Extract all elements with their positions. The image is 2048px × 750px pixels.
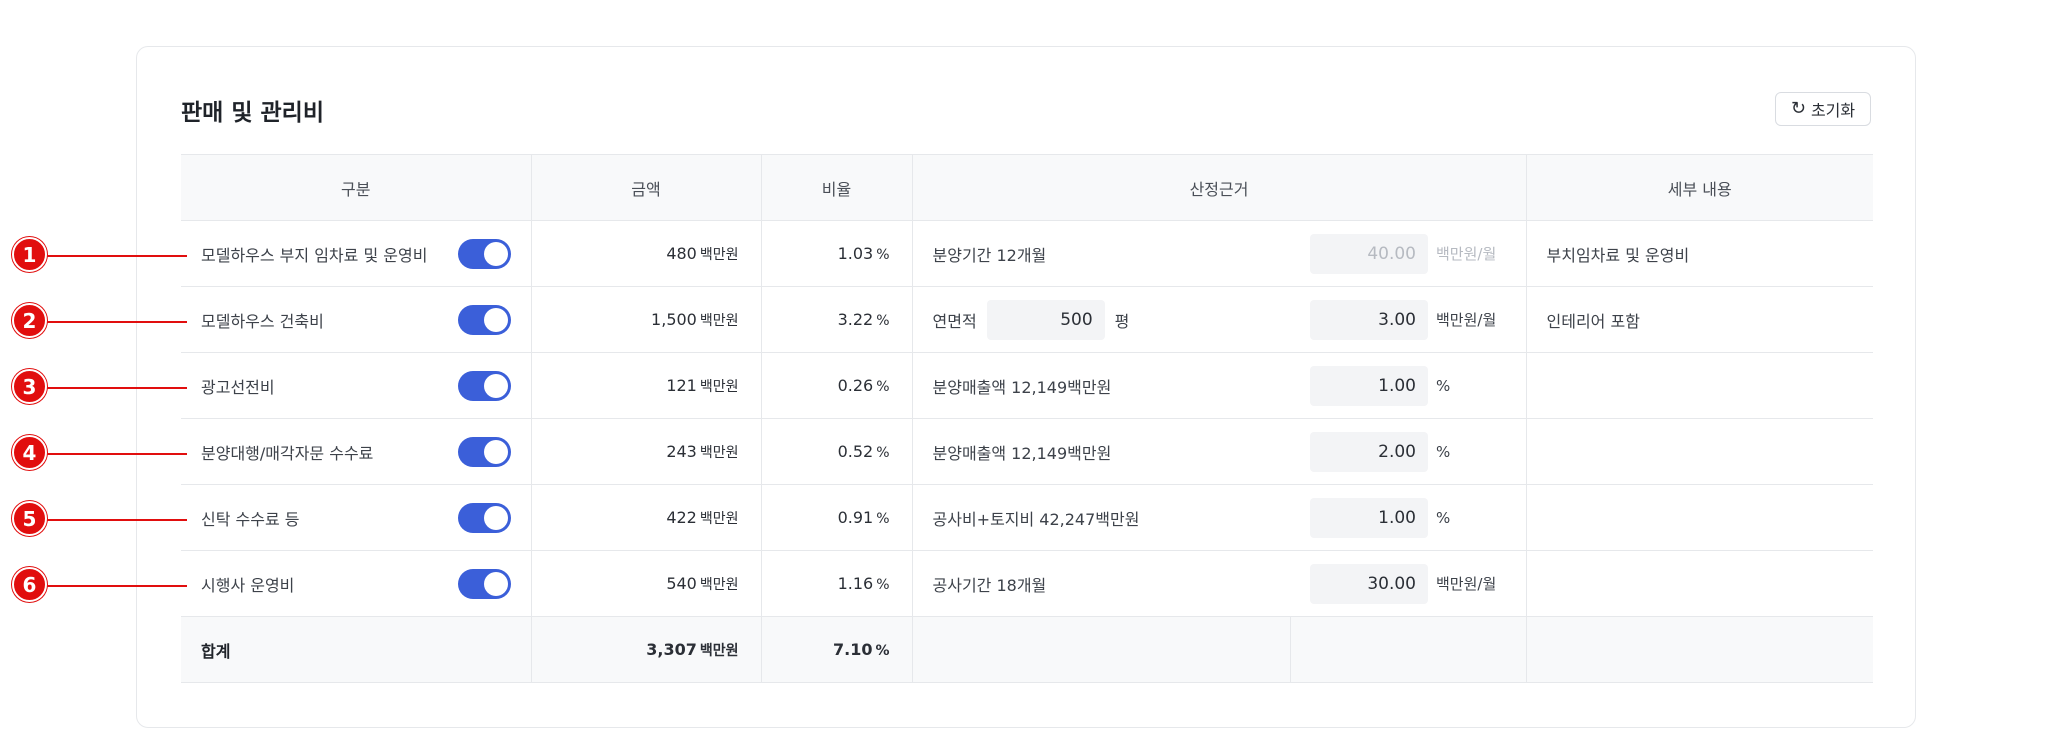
header-amount: 금액 (530, 154, 761, 221)
area-input[interactable] (986, 299, 1105, 340)
rate-input (1310, 233, 1428, 274)
ratio-unit: % (876, 577, 890, 593)
row-detail (1525, 352, 1874, 419)
total-amount: 3,307 (646, 639, 697, 659)
row-name: 시행사 운영비 (201, 575, 295, 595)
ratio-unit: % (876, 445, 890, 461)
rate-unit: 백만원/월 (1436, 311, 1497, 329)
row-detail (1525, 418, 1874, 485)
row-detail: 인테리어 포함 (1525, 286, 1874, 353)
rate-input[interactable] (1310, 299, 1428, 340)
marker-leader (47, 321, 187, 323)
row-ratio: 0.52 (837, 442, 874, 461)
rate-unit: % (1436, 376, 1451, 395)
rate-unit: % (1436, 508, 1451, 527)
row-amount: 121 (666, 375, 697, 395)
amount-unit: 백만원 (699, 642, 739, 659)
row-amount: 422 (666, 507, 697, 527)
amount-unit: 백만원 (699, 246, 739, 263)
row-marker: 6 (12, 567, 47, 602)
row-name: 신탁 수수료 등 (201, 509, 300, 529)
row-marker: 5 (12, 501, 47, 536)
table-row: 시행사 운영비 540백만원 1.16% 공사기간 18개월 백만원/월 (181, 550, 1874, 617)
marker-leader (47, 453, 187, 455)
row-ratio: 3.22 (837, 310, 874, 329)
table-row: 광고선전비 121백만원 0.26% 분양매출액 12,149백만원 % (181, 352, 1874, 419)
rate-input[interactable] (1310, 431, 1428, 472)
amount-unit: 백만원 (699, 576, 739, 593)
row-basis: 분양매출액 12,149백만원 (911, 418, 1290, 485)
header-category: 구분 (181, 154, 531, 221)
ratio-unit: % (875, 643, 890, 659)
row-toggle[interactable] (457, 568, 511, 599)
table-row: 신탁 수수료 등 422 백만원 0.91% 공사비+토지비 42,247백만원 … (181, 484, 1874, 551)
row-detail: 부치임차료 및 운영비 (1525, 220, 1874, 287)
table-header-row: 구분 금액 비율 산정근거 세부 내용 (181, 154, 1874, 221)
ratio-unit: % (876, 313, 890, 329)
refresh-icon: ↻ (1790, 98, 1806, 119)
row-toggle[interactable] (457, 502, 511, 533)
row-amount: 1,500 (651, 309, 697, 329)
row-basis: 분양기간 12개월 (911, 220, 1290, 287)
row-marker: 4 (12, 435, 47, 470)
amount-unit: 백만원 (699, 312, 739, 329)
amount-unit: 백만원 (699, 510, 739, 527)
ratio-unit: % (876, 379, 890, 395)
total-label: 합계 (181, 616, 531, 683)
row-amount: 540 (666, 573, 697, 593)
marker-leader (47, 255, 187, 257)
sga-table: 구분 금액 비율 산정근거 세부 내용 모델하우스 부지 임차료 및 운영비 4… (181, 154, 1874, 683)
marker-leader (47, 519, 187, 521)
row-toggle[interactable] (457, 436, 511, 467)
table-row: 모델하우스 부지 임차료 및 운영비 480 백만원 1.03% 분양기간 12개… (181, 220, 1874, 287)
header-basis: 산정근거 (911, 154, 1527, 221)
marker-leader (47, 585, 187, 587)
row-ratio: 1.03 (837, 244, 874, 263)
row-marker: 1 (12, 237, 47, 272)
row-name: 광고선전비 (201, 377, 275, 397)
row-ratio: 0.91 (837, 508, 874, 527)
amount-unit: 백만원 (699, 378, 739, 395)
header-detail: 세부 내용 (1525, 154, 1874, 221)
row-ratio: 0.26 (837, 376, 874, 395)
panel-title: 판매 및 관리비 (181, 100, 324, 126)
row-basis: 공사비+토지비 42,247백만원 (911, 484, 1290, 551)
header-ratio: 비율 (760, 154, 912, 221)
rate-input[interactable] (1310, 563, 1428, 604)
row-toggle[interactable] (457, 238, 511, 269)
table-row: 분양대행/매각자문 수수료 243 백만원 0.52% 분양매출액 12,149백… (181, 418, 1874, 485)
rate-unit: 백만원/월 (1436, 575, 1497, 593)
row-detail (1525, 550, 1874, 617)
rate-input[interactable] (1310, 365, 1428, 406)
rate-input[interactable] (1310, 497, 1428, 538)
table-row: 모델하우스 건축비 1,500백만원 3.22% 연면적 평 백만원/월 인테 (181, 286, 1874, 353)
row-detail (1525, 484, 1874, 551)
ratio-unit: % (876, 511, 890, 527)
row-name: 분양대행/매각자문 수수료 (201, 443, 374, 463)
row-marker: 2 (12, 303, 47, 338)
total-row: 합계 3,307 백만원 7.10% (181, 616, 1874, 683)
row-name: 모델하우스 부지 임차료 및 운영비 (201, 245, 428, 265)
row-basis: 분양매출액 12,149백만원 (911, 352, 1290, 419)
sga-panel: 판매 및 관리비 ↻ 초기화 구분 금액 비율 산정근거 세부 내용 모델하우스… (136, 46, 1916, 728)
marker-leader (47, 387, 187, 389)
amount-unit: 백만원 (699, 444, 739, 461)
rate-unit: 백만원/월 (1436, 245, 1497, 263)
reset-button[interactable]: ↻ 초기화 (1775, 92, 1871, 126)
row-toggle[interactable] (457, 304, 511, 335)
row-marker: 3 (12, 369, 47, 404)
rate-unit: % (1436, 442, 1451, 461)
row-name: 모델하우스 건축비 (201, 311, 324, 331)
row-toggle[interactable] (457, 370, 511, 401)
row-ratio: 1.16 (837, 574, 874, 593)
basis-unit: 평 (1114, 311, 1130, 331)
ratio-unit: % (876, 247, 890, 263)
reset-label: 초기화 (1810, 101, 1856, 120)
row-amount: 480 (666, 243, 697, 263)
row-basis: 공사기간 18개월 (911, 550, 1290, 617)
total-ratio: 7.10 (832, 640, 873, 659)
row-amount: 243 (666, 441, 697, 461)
basis-label: 연면적 (932, 311, 977, 331)
